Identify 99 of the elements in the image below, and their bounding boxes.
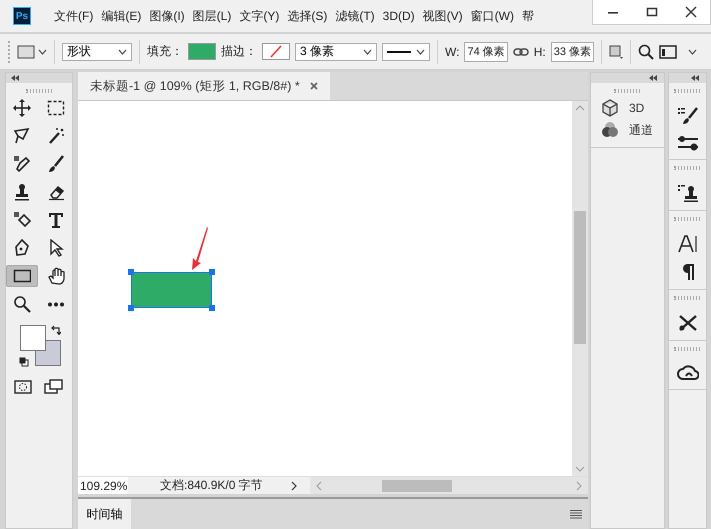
zoom-icon (13, 295, 31, 313)
height-field[interactable]: 33 像素 (550, 42, 594, 62)
pen-icon (13, 239, 31, 257)
app-logo: Ps (13, 7, 31, 25)
fill-label: 填充： (147, 43, 183, 60)
transform-handle[interactable] (128, 269, 134, 275)
link-button[interactable] (512, 46, 529, 56)
caret-icon (688, 48, 698, 54)
menu-item[interactable]: 文件(F) (50, 8, 98, 24)
timeline-tab[interactable]: 时间轴 (78, 499, 131, 529)
stroke-type-dropdown[interactable] (382, 42, 430, 60)
brush-presets-button[interactable] (678, 135, 698, 151)
character-icon (678, 235, 698, 253)
stamp-icon (13, 183, 31, 201)
channels-icon (601, 121, 619, 139)
document-info: 文档:840.9K/0 字节 (159, 477, 264, 494)
more-icon (47, 302, 65, 306)
workspace-button[interactable] (659, 44, 698, 58)
maximize-icon (646, 6, 658, 18)
tools-icon (678, 314, 698, 332)
screen-mode-button[interactable] (44, 379, 64, 395)
lasso-icon (13, 127, 31, 145)
menu-item[interactable]: 视图(V) (418, 8, 467, 24)
transform-handle[interactable] (209, 305, 215, 311)
line-icon (387, 50, 411, 54)
menu-item[interactable]: 选择(S) (283, 8, 332, 24)
paragraph-button[interactable] (680, 263, 694, 281)
scroll-left-icon (316, 480, 322, 490)
paragraph-icon (680, 263, 694, 281)
marquee-icon (47, 99, 65, 117)
caret-icon (118, 48, 127, 54)
panel-menu-icon[interactable] (570, 509, 582, 519)
eyedropper-icon (13, 155, 31, 173)
menu-item[interactable]: 编辑(E) (97, 8, 146, 24)
cube-icon (601, 99, 619, 117)
close-icon[interactable] (310, 82, 318, 90)
brush-icon (47, 155, 65, 173)
menu-item[interactable]: 图像(I) (145, 8, 189, 24)
character-button[interactable] (678, 235, 698, 253)
caret-icon (38, 48, 47, 54)
menu-item[interactable]: 图层(L) (188, 8, 236, 24)
zoom-field[interactable]: 109.29% (78, 477, 128, 494)
clone-source-button[interactable] (678, 184, 698, 202)
path-operations-button[interactable] (609, 44, 624, 58)
swap-icon[interactable] (51, 325, 61, 335)
stroke-label: 描边： (221, 43, 257, 60)
scroll-up-icon (575, 105, 585, 111)
brush-settings-button[interactable] (678, 107, 698, 125)
transform-handle[interactable] (209, 269, 215, 275)
transform-handle[interactable] (128, 305, 134, 311)
rectangle-icon (17, 44, 35, 58)
menu-item[interactable]: 滤镜(T) (331, 8, 379, 24)
sliders-icon (678, 135, 698, 151)
height-label: H: (534, 44, 546, 58)
width-label: W: (445, 44, 460, 58)
horizontal-scrollbar[interactable] (310, 477, 588, 494)
move-icon (13, 99, 31, 117)
menu-item[interactable]: 文字(Y) (235, 8, 284, 24)
collapse-icon[interactable] (690, 75, 700, 81)
panel-item[interactable]: 3D (591, 97, 654, 119)
menu-item[interactable]: 帮 (518, 8, 538, 24)
scroll-down-icon (575, 466, 585, 472)
vertical-scrollbar[interactable] (572, 101, 588, 476)
magic-wand-icon (47, 127, 65, 145)
quick-mask-button[interactable] (14, 379, 32, 395)
hand-icon (47, 267, 65, 285)
stroke-swatch[interactable] (262, 43, 290, 60)
tool-presets-button[interactable] (678, 314, 698, 332)
close-icon (684, 6, 696, 18)
link-icon (512, 46, 529, 56)
screen-mode-icon (44, 379, 64, 395)
menu-item[interactable]: 窗口(W) (466, 8, 518, 24)
default-colors-icon[interactable] (19, 357, 29, 367)
square-icon (609, 44, 624, 58)
menu-item[interactable]: 3D(D) (378, 8, 419, 24)
scroll-right-icon (576, 480, 582, 490)
caret-icon (363, 48, 372, 54)
chevron-right-icon[interactable] (290, 480, 298, 490)
eraser-icon (47, 183, 65, 201)
type-icon (47, 211, 65, 229)
stamp-list-icon (678, 184, 698, 202)
workspace-icon (659, 44, 678, 58)
tool-preset-picker[interactable] (17, 44, 47, 58)
collapse-icon[interactable] (648, 75, 658, 81)
width-field[interactable]: 74 像素 (464, 42, 508, 62)
search-icon (638, 44, 654, 60)
collapse-icon[interactable] (10, 75, 20, 81)
fill-swatch[interactable] (188, 43, 216, 60)
search-button[interactable] (638, 44, 654, 60)
shape-mode-dropdown[interactable]: 形状 (62, 42, 132, 60)
color-swatches[interactable] (20, 325, 61, 366)
document-tab[interactable]: 未标题-1 @ 109% (矩形 1, RGB/8#) * (78, 72, 330, 100)
tool-button[interactable] (6, 265, 38, 287)
stroke-width-dropdown[interactable]: 3 像素 (295, 42, 377, 60)
brush-list-icon (678, 107, 698, 125)
panel-item[interactable]: 通道 (591, 119, 663, 141)
paint-bucket-icon (13, 211, 31, 229)
quick-mask-icon (14, 380, 32, 394)
caret-icon (416, 48, 425, 54)
